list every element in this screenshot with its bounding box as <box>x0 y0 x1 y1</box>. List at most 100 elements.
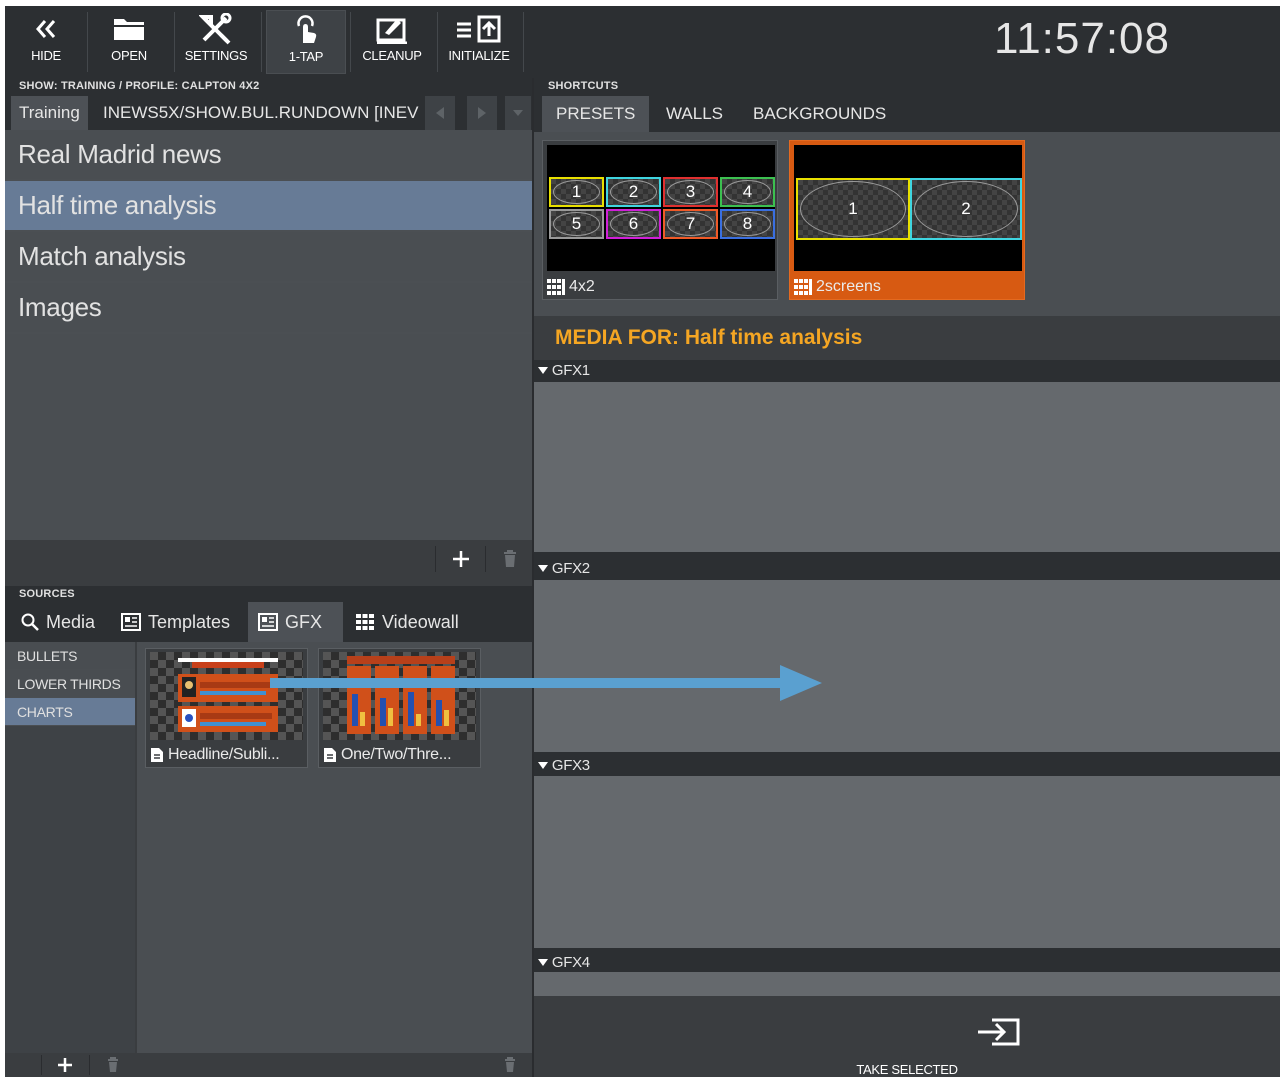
playlist-item[interactable]: Match analysis <box>5 232 532 283</box>
tab-presets[interactable]: PRESETS <box>542 96 650 132</box>
preset-preview: 1 2 3 4 5 6 7 8 <box>547 145 775 271</box>
plus-icon <box>58 1058 72 1072</box>
preset-4x2[interactable]: 1 2 3 4 5 6 7 8 4x2 <box>542 140 778 300</box>
screen-cell: 3 <box>663 177 718 207</box>
triangle-down-icon <box>538 367 548 374</box>
template-caption: Headline/Subli... <box>150 746 280 764</box>
playlist-item[interactable]: Images <box>5 283 532 334</box>
playlist-empty-area <box>5 334 532 540</box>
take-selected-button[interactable]: TAKE SELECTED <box>534 996 1280 1077</box>
chevron-left-icon <box>436 107 444 119</box>
triangle-down-icon <box>538 762 548 769</box>
tools-icon <box>175 10 257 48</box>
hide-label: HIDE <box>31 48 61 63</box>
tab-gfx-label: GFX <box>285 612 323 632</box>
tab-backgrounds[interactable]: BACKGROUNDS <box>739 96 900 132</box>
cleanup-label: CLEANUP <box>362 48 422 63</box>
preset-name: 4x2 <box>569 278 595 295</box>
delete-playlist-button[interactable] <box>488 540 532 578</box>
delete-template-button[interactable] <box>488 1053 532 1077</box>
tab-scroll-left-button[interactable] <box>425 96 455 130</box>
footer-divider <box>41 1055 42 1075</box>
tab-templates[interactable]: Templates <box>111 602 240 642</box>
plus-icon <box>453 551 469 567</box>
chevron-right-icon <box>478 107 486 119</box>
gfx-group-header[interactable]: GFX2 <box>534 552 1280 580</box>
template-caption: One/Two/Thre... <box>323 746 452 764</box>
tab-media[interactable]: Media <box>11 602 105 642</box>
gfx-group-header[interactable]: GFX1 <box>534 360 1280 382</box>
hide-button[interactable]: HIDE <box>5 10 87 74</box>
tap-icon <box>267 11 345 49</box>
category-list: BULLETS LOWER THIRDS CHARTS <box>5 642 135 1053</box>
preset-2screens[interactable]: 1 2 2screens <box>789 140 1025 300</box>
media-for-label: MEDIA FOR: <box>555 326 680 349</box>
preset-grid: 1 2 3 4 5 6 7 8 4x2 1 2 2screens <box>534 132 1280 316</box>
delete-source-button[interactable] <box>91 1053 135 1077</box>
footer-divider <box>485 546 486 572</box>
trash-icon <box>504 550 516 567</box>
gfx-group-label: GFX3 <box>551 757 590 774</box>
one-tap-button[interactable]: 1-TAP <box>266 10 346 74</box>
gfx-drop-zone[interactable] <box>534 776 1280 948</box>
footer-divider <box>435 546 436 572</box>
tab-training[interactable]: Training <box>11 96 88 130</box>
settings-button[interactable]: SETTINGS <box>175 10 257 74</box>
preset-caption: 4x2 <box>547 278 595 296</box>
tab-videowall[interactable]: Videowall <box>345 602 469 642</box>
initialize-label: INITIALIZE <box>448 48 510 63</box>
gfx-drop-zone[interactable] <box>534 382 1280 552</box>
clock: 11:57:08 <box>993 14 1170 63</box>
cleanup-button[interactable]: CLEANUP <box>351 10 433 74</box>
open-button[interactable]: OPEN <box>88 10 170 74</box>
template-name: One/Two/Thre... <box>341 746 452 763</box>
toolbar-divider <box>261 12 262 72</box>
shortcuts-panel: SHORTCUTS PRESETS WALLS BACKGROUNDS 1 2 … <box>534 78 1280 1077</box>
category-item[interactable]: LOWER THIRDS <box>5 670 135 698</box>
gfx-group-header[interactable]: GFX4 <box>534 948 1280 972</box>
take-selected-label: TAKE SELECTED <box>856 1062 958 1077</box>
sources-tabs: Media Templates GFX Videowall <box>5 602 532 642</box>
preset-preview: 1 2 <box>794 145 1022 271</box>
preset-name: 2screens <box>816 278 881 295</box>
category-item[interactable]: BULLETS <box>5 642 135 670</box>
drag-arrow-icon <box>270 665 822 701</box>
tab-walls[interactable]: WALLS <box>652 96 737 132</box>
tab-dropdown-button[interactable] <box>505 96 531 130</box>
screen-cell: 1 <box>796 178 910 240</box>
template-grid: Headline/Subli... One/Two/Thre... <box>137 642 532 1053</box>
tab-videowall-label: Videowall <box>382 612 459 632</box>
document-icon <box>324 748 336 762</box>
gfx-drop-zone[interactable] <box>534 972 1280 996</box>
initialize-button[interactable]: INITIALIZE <box>438 10 520 74</box>
grid-icon <box>547 279 565 295</box>
sources-header: SOURCES <box>5 586 532 602</box>
folder-icon <box>88 10 170 48</box>
tab-media-label: Media <box>46 612 96 632</box>
open-label: OPEN <box>111 48 147 63</box>
tab-scroll-right-button[interactable] <box>467 96 497 130</box>
playlist-item[interactable]: Real Madrid news <box>5 130 532 181</box>
tab-inews-rundown[interactable]: INEWS5X/SHOW.BUL.RUNDOWN [INEV <box>95 96 425 130</box>
tab-gfx[interactable]: GFX <box>248 602 343 642</box>
playlist-item-selected[interactable]: Half time analysis <box>5 181 532 232</box>
chevron-down-icon <box>513 110 523 116</box>
gfx-group-header[interactable]: GFX3 <box>534 752 1280 776</box>
screen-cell: 2 <box>606 177 661 207</box>
triangle-down-icon <box>538 959 548 966</box>
category-item-selected[interactable]: CHARTS <box>5 698 135 726</box>
media-for-value: Half time analysis <box>684 326 863 349</box>
add-playlist-button[interactable] <box>439 540 483 578</box>
playlist: Real Madrid news Half time analysis Matc… <box>5 130 532 334</box>
add-source-button[interactable] <box>43 1053 87 1077</box>
document-icon <box>151 748 163 762</box>
screen-cell: 8 <box>720 209 775 239</box>
take-icon <box>978 1018 1020 1046</box>
trash-icon <box>108 1057 118 1072</box>
sources-footer <box>5 1053 532 1077</box>
cleanup-icon <box>351 10 433 48</box>
grid-icon <box>794 279 812 295</box>
media-for-title: MEDIA FOR: Half time analysis <box>534 316 1280 360</box>
template-name: Headline/Subli... <box>168 746 280 763</box>
shortcuts-tabs: PRESETS WALLS BACKGROUNDS <box>534 94 1280 132</box>
